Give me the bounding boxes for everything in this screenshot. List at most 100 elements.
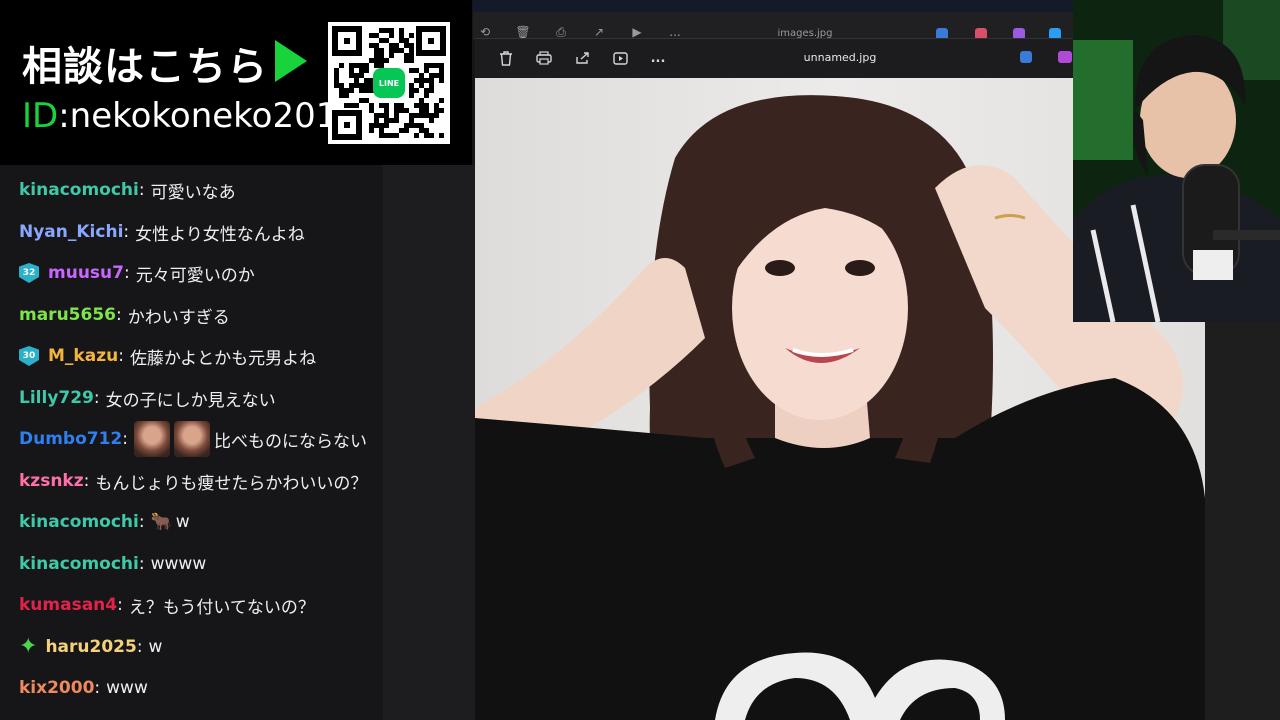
qr-module — [389, 53, 394, 58]
qr-module — [354, 103, 359, 108]
qr-module — [344, 93, 349, 98]
chat-text: wwww — [150, 554, 207, 574]
filename: unnamed.jpg — [803, 51, 877, 64]
background-strip — [1205, 322, 1280, 720]
chat-message: 30 M_kazu: 佐藤かよとかも元男よね — [19, 343, 316, 369]
chat-message: Dumbo712: 比べものにならない — [19, 421, 367, 457]
line-qr-code: LINE — [328, 22, 450, 144]
bull-emoji-icon: 🐂 — [150, 512, 172, 532]
chat-text: 元々可愛いのか — [135, 265, 255, 286]
chat-username[interactable]: kzsnkz — [19, 471, 84, 491]
qr-module — [409, 33, 414, 38]
chat-message: 32 muusu7: 元々可愛いのか — [19, 260, 255, 286]
chat-message: maru5656: かわいすぎる — [19, 302, 230, 328]
app-chip[interactable] — [1058, 51, 1072, 63]
delete-icon[interactable] — [497, 49, 515, 67]
chat-message: kumasan4: え？もう付いてないの？ — [19, 592, 315, 618]
banner-id-value: :nekokoneko2018 — [58, 96, 359, 136]
chat-gutter — [383, 165, 475, 720]
chat-username[interactable]: maru5656 — [19, 305, 116, 325]
streamer-webcam — [1073, 0, 1280, 322]
qr-module — [369, 128, 374, 133]
qr-finder — [332, 26, 362, 56]
chat-emote-icon[interactable] — [174, 421, 210, 457]
qr-module — [439, 108, 444, 113]
chat-username[interactable]: Lilly729 — [19, 388, 94, 408]
chat-username[interactable]: Dumbo712 — [19, 429, 122, 449]
chat-separator: : — [123, 263, 130, 283]
chat-message: kix2000: www — [19, 675, 148, 701]
chat-text: え？もう付いてないの？ — [128, 597, 315, 618]
qr-module — [384, 123, 389, 128]
chat-separator: : — [93, 388, 100, 408]
qr-module — [429, 88, 434, 93]
chat-text: www — [106, 678, 148, 698]
chat-message: kinacomochi: wwww — [19, 551, 206, 577]
qr-module — [394, 133, 399, 138]
share-icon[interactable] — [573, 49, 591, 67]
chat-separator: : — [138, 512, 145, 532]
subscriber-badge-icon[interactable]: 30 — [19, 346, 39, 366]
chat-message: Nyan_Kichi: 女性より女性なんよね — [19, 219, 305, 245]
qr-module — [364, 68, 369, 73]
qr-module — [434, 113, 439, 118]
webcam-feed — [1073, 0, 1280, 322]
chat-username[interactable]: kinacomochi — [19, 512, 139, 532]
qr-module — [394, 118, 399, 123]
chat-text: w — [175, 512, 190, 532]
qr-module — [349, 88, 354, 93]
chat-username[interactable]: muusu7 — [48, 263, 124, 283]
contact-banner: 相談はこちら ID:nekokoneko2018 LINE — [0, 0, 472, 165]
qr-module — [339, 63, 344, 68]
sparkle-badge-icon[interactable]: ✦ — [19, 636, 37, 658]
chat-message: Lilly729: 女の子にしか見えない — [19, 385, 276, 411]
qr-finder — [332, 110, 362, 140]
chat-text: 可愛いなあ — [150, 182, 236, 203]
qr-finder — [416, 26, 446, 56]
qr-module — [404, 128, 409, 133]
chat-separator: : — [118, 346, 124, 366]
qr-module — [439, 133, 444, 138]
chat-separator: : — [117, 595, 123, 615]
qr-module — [439, 78, 444, 83]
chat-message: kzsnkz: もんじょりも痩せたらかわいいの？ — [19, 468, 367, 494]
qr-module — [409, 58, 414, 63]
qr-module — [384, 58, 389, 63]
slideshow-icon[interactable] — [611, 49, 629, 67]
chat-separator: : — [94, 678, 101, 698]
print-icon[interactable] — [535, 49, 553, 67]
chat-text: かわいすぎる — [127, 307, 230, 328]
chat-separator: : — [138, 554, 145, 574]
chat-username[interactable]: kumasan4 — [19, 595, 117, 615]
banner-title: 相談はこちら — [22, 44, 268, 90]
chat-emote-icon[interactable] — [134, 421, 170, 457]
chat-message: ✦ haru2025: w — [19, 634, 162, 660]
more-icon[interactable]: ... — [649, 49, 667, 67]
chat-text: 女性より女性なんよね — [135, 224, 305, 245]
chat-text: 女の子にしか見えない — [105, 390, 276, 411]
chat-username[interactable]: Nyan_Kichi — [19, 222, 123, 242]
subscriber-badge-icon[interactable]: 32 — [19, 263, 39, 283]
chat-text: w — [148, 637, 163, 657]
chat-username[interactable]: kix2000 — [19, 678, 94, 698]
chat-separator: : — [116, 305, 122, 325]
chat-message: kinacomochi: 🐂 w — [19, 509, 190, 535]
chat-message: kinacomochi: 可愛いなあ — [19, 177, 236, 203]
app-chip[interactable] — [1020, 51, 1032, 63]
chat-username[interactable]: M_kazu — [48, 346, 118, 366]
play-arrow-icon — [275, 40, 307, 82]
chat-username[interactable]: kinacomochi — [19, 180, 139, 200]
chat-username[interactable]: kinacomochi — [19, 554, 139, 574]
qr-module — [409, 93, 414, 98]
chat-text: もんじょりも痩せたらかわいいの？ — [95, 473, 368, 494]
chat-separator: : — [136, 637, 143, 657]
chat-username[interactable]: haru2025 — [45, 637, 136, 657]
qr-module — [439, 98, 444, 103]
banner-line-id: ID:nekokoneko2018 — [22, 96, 359, 136]
chat-text: 佐藤かよとかも元男よね — [129, 348, 317, 369]
chat-separator: : — [122, 429, 128, 449]
qr-module — [414, 88, 419, 93]
chat-separator: : — [123, 222, 130, 242]
banner-id-prefix: ID — [22, 96, 59, 136]
chat-text: 比べものにならない — [214, 431, 367, 452]
